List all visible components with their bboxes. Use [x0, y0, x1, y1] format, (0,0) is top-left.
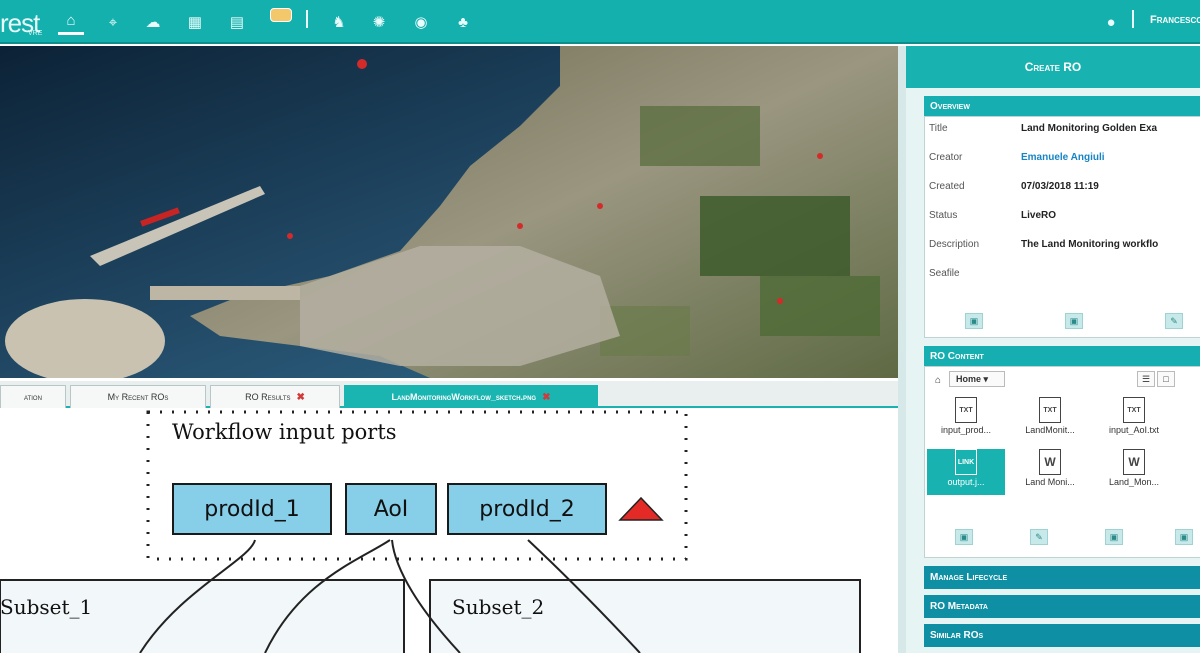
- tab-bar: ation My Recent ROs RO Results ✖ LandMon…: [0, 381, 898, 408]
- folder-select-label: Home: [956, 374, 982, 384]
- gear-icon[interactable]: ✺: [366, 9, 392, 35]
- manage-lifecycle-section[interactable]: Manage Lifecycle: [924, 566, 1200, 589]
- overview-value: Land Monitoring Golden Exa: [1021, 123, 1158, 134]
- bear-icon[interactable]: ♣: [450, 9, 476, 35]
- subset-label: Subset_2: [452, 595, 545, 619]
- tab-my-recent-ros[interactable]: My Recent ROs: [70, 385, 206, 408]
- tab-label: ation: [24, 392, 42, 402]
- word-file-icon: W: [1039, 449, 1061, 475]
- subset-label: Subset_1: [0, 595, 93, 619]
- file-name: output.j...: [947, 477, 985, 487]
- overview-key: Status: [929, 210, 958, 221]
- overview-value: The Land Monitoring workflo: [1021, 239, 1159, 250]
- file-name: Land Moni...: [1025, 477, 1075, 487]
- horse-icon[interactable]: ♞: [326, 9, 352, 35]
- share-icon[interactable]: ▣: [1065, 313, 1083, 329]
- nav-separator: [306, 10, 308, 28]
- text-file-icon: TXT: [1123, 397, 1145, 423]
- file-item[interactable]: W Land_Mon...: [1095, 449, 1173, 495]
- close-icon[interactable]: ✖: [297, 392, 305, 403]
- chart-icon[interactable]: ▤: [224, 9, 250, 35]
- nav-separator-right: [1132, 10, 1134, 28]
- tab-navigation[interactable]: ation: [0, 385, 66, 408]
- similar-ros-section[interactable]: Similar ROs: [924, 624, 1200, 647]
- file-item[interactable]: TXT input_AoI.txt: [1095, 397, 1173, 443]
- file-name: Land_Mon...: [1108, 477, 1160, 487]
- satellite-map[interactable]: [0, 46, 898, 378]
- pencil-icon[interactable]: ✎: [1165, 313, 1183, 329]
- pencil-icon[interactable]: ✎: [1030, 529, 1048, 545]
- input-port-prodid-1: prodId_1: [172, 483, 332, 535]
- workflow-sketch-view: Workflow input ports prodId_1 AoI prodId…: [0, 410, 898, 653]
- calculator-icon[interactable]: ▦: [182, 9, 208, 35]
- user-icon[interactable]: ●: [1098, 9, 1124, 35]
- upload-icon[interactable]: ▣: [955, 529, 973, 545]
- close-icon[interactable]: ✖: [542, 392, 550, 403]
- ro-content-heading[interactable]: RO Content: [924, 346, 1200, 366]
- file-item-selected[interactable]: LINK output.j...: [927, 449, 1005, 495]
- tab-label: LandMonitoringWorkflow_sketch.png: [391, 392, 537, 402]
- overview-key: Title: [929, 123, 948, 134]
- tab-label: My Recent ROs: [107, 392, 169, 402]
- link-icon: LINK: [955, 449, 977, 475]
- user-name[interactable]: Francesco: [1150, 14, 1200, 26]
- creator-link[interactable]: Emanuele Angiuli: [1021, 152, 1200, 163]
- edit-icon[interactable]: ▣: [965, 313, 983, 329]
- folder-select[interactable]: Home ▾: [949, 371, 1005, 387]
- ro-metadata-section[interactable]: RO Metadata: [924, 595, 1200, 618]
- overview-key: Creator: [929, 152, 963, 163]
- text-file-icon: TXT: [1039, 397, 1061, 423]
- app-logo-sub: VRE: [28, 30, 43, 37]
- workflow-title: Workflow input ports: [172, 420, 397, 444]
- ro-side-panel: Create RO Overview Title Land Monitoring…: [898, 46, 1200, 653]
- home-icon[interactable]: ⌂: [931, 373, 945, 387]
- copy-icon[interactable]: ▣: [1105, 529, 1123, 545]
- overview-key: Seafile: [929, 268, 960, 279]
- ro-content-panel: ⌂ Home ▾ ☰ □ TXT input_prod... TXT LandM…: [924, 366, 1200, 558]
- grid-view-icon[interactable]: □: [1157, 371, 1175, 387]
- overview-panel: Title Land Monitoring Golden Exa Creator…: [924, 116, 1200, 338]
- text-file-icon: TXT: [955, 397, 977, 423]
- input-port-aoi: AoI: [345, 483, 437, 535]
- expand-icon[interactable]: ▣: [1175, 529, 1193, 545]
- create-ro-button[interactable]: Create RO: [906, 46, 1200, 88]
- file-name: LandMonit...: [1025, 425, 1075, 435]
- overview-key: Created: [929, 181, 965, 192]
- cloud-icon[interactable]: ☁: [140, 9, 166, 35]
- word-file-icon: W: [1123, 449, 1145, 475]
- file-item[interactable]: W Land Moni...: [1011, 449, 1089, 495]
- telescope-icon[interactable]: ⌖: [100, 9, 126, 35]
- input-port-prodid-2: prodId_2: [447, 483, 607, 535]
- home-icon[interactable]: ⌂: [58, 9, 84, 35]
- top-navigation-bar: rest VRE ⌂ ⌖ ☁ ▦ ▤ ♞ ✺ ◉ ♣ ● Francesco: [0, 0, 1200, 44]
- file-item[interactable]: TXT LandMonit...: [1011, 397, 1089, 443]
- overview-value: 07/03/2018 11:19: [1021, 181, 1099, 192]
- overview-heading[interactable]: Overview: [924, 96, 1200, 116]
- file-name: input_AoI.txt: [1108, 425, 1160, 435]
- overview-value: LiveRO: [1021, 210, 1057, 221]
- overview-key: Description: [929, 239, 980, 250]
- notes-icon[interactable]: [270, 8, 292, 22]
- list-view-icon[interactable]: ☰: [1137, 371, 1155, 387]
- tab-ro-results[interactable]: RO Results ✖: [210, 385, 340, 408]
- file-name: input_prod...: [940, 425, 992, 435]
- tab-label: RO Results: [245, 392, 291, 402]
- file-item[interactable]: TXT input_prod...: [927, 397, 1005, 443]
- tab-workflow-sketch[interactable]: LandMonitoringWorkflow_sketch.png ✖: [344, 385, 598, 408]
- eye-icon[interactable]: ◉: [408, 9, 434, 35]
